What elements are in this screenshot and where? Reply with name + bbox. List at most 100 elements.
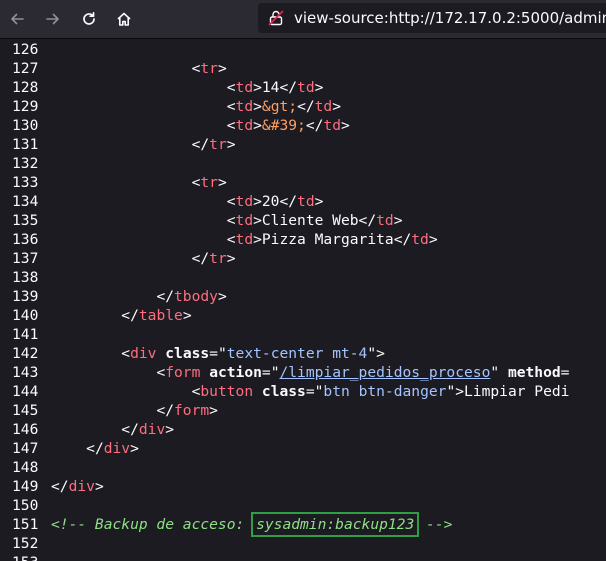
code-text: > xyxy=(217,60,227,77)
reload-button[interactable] xyxy=(78,8,100,30)
address-bar[interactable]: view-source:http://172.17.0.2:5000/admin xyxy=(258,3,606,33)
code-text: > xyxy=(217,174,227,191)
back-button[interactable] xyxy=(6,8,28,30)
attribute-name: method xyxy=(507,364,561,381)
code-text: > xyxy=(341,117,350,134)
code-text: > xyxy=(332,98,342,115)
url-text[interactable]: view-source:http://172.17.0.2:5000/admin xyxy=(294,9,606,27)
source-line: 143 <form action="/limpiar_pedidos_proce… xyxy=(0,363,606,382)
line-code: <td>20</td> xyxy=(51,192,324,211)
code-text: >Cliente Web</ xyxy=(253,212,377,229)
code-text: >Pizza Margarita</ xyxy=(253,231,412,248)
line-code: </div> xyxy=(51,439,139,458)
code-text: >20</ xyxy=(253,193,298,210)
line-number: 148 xyxy=(12,459,39,476)
attribute-link[interactable]: /limpiar_pedidos_proceso xyxy=(279,364,490,381)
tag-name: tr xyxy=(200,174,218,191)
source-line: 150 xyxy=(0,496,606,515)
browser-toolbar: view-source:http://172.17.0.2:5000/admin xyxy=(0,0,606,39)
line-number: 149 xyxy=(12,478,39,495)
code-text: > xyxy=(314,193,324,210)
code-text: < xyxy=(156,364,166,381)
line-code: <div class="text-center mt-4"> xyxy=(51,344,385,363)
line-number: 152 xyxy=(12,535,39,552)
code-text: </ xyxy=(121,307,139,324)
source-line: 139 </tbody> xyxy=(0,287,606,306)
line-number: 128 xyxy=(12,79,39,96)
line-number: 134 xyxy=(12,193,39,210)
tag-name: div xyxy=(138,421,166,438)
line-code: <tr> xyxy=(51,173,227,192)
line-number: 150 xyxy=(12,497,39,514)
code-text: > xyxy=(314,79,324,96)
line-code: <form action="/limpiar_pedidos_proceso" … xyxy=(51,363,569,382)
source-line: 127 <tr> xyxy=(0,59,606,78)
tag-name: div xyxy=(130,345,157,362)
code-text: < xyxy=(121,345,131,362)
code-text: < xyxy=(226,79,236,96)
line-number: 130 xyxy=(12,117,39,134)
tag-name: td xyxy=(235,193,254,210)
line-code: </tbody> xyxy=(51,287,227,306)
source-line: 147 </div> xyxy=(0,439,606,458)
source-line: 144 <button class="btn btn-danger">Limpi… xyxy=(0,382,606,401)
code-text: =" xyxy=(305,383,324,400)
reload-icon xyxy=(81,11,97,27)
source-line: 151 <!-- Backup de acceso: sysadmin:backu… xyxy=(0,512,606,537)
source-line: 142 <div class="text-center mt-4"> xyxy=(0,344,606,363)
line-code: </tr> xyxy=(51,135,236,154)
home-button[interactable] xyxy=(113,8,135,30)
line-number: 153 xyxy=(12,553,44,561)
tag-name: td xyxy=(235,212,254,229)
line-number: 137 xyxy=(12,250,39,267)
line-number: 143 xyxy=(12,364,39,381)
attribute-name: class xyxy=(261,383,306,400)
code-text: " xyxy=(490,364,508,381)
tag-name: table xyxy=(138,307,183,324)
tag-name: button xyxy=(200,383,254,400)
tag-name: td xyxy=(235,117,254,134)
code-text: < xyxy=(226,193,236,210)
code-text: > xyxy=(428,231,438,248)
code-text: > xyxy=(165,421,175,438)
view-source-content: 126 127 <tr> 128 <td>14</td> 129 <td>&gt;</… xyxy=(0,39,606,561)
html-entity: &#39; xyxy=(261,117,306,134)
line-number: 147 xyxy=(12,440,39,457)
line-code: </table> xyxy=(51,306,192,325)
code-text: < xyxy=(226,98,236,115)
line-number: 141 xyxy=(12,326,39,343)
source-line: 148 xyxy=(0,458,606,477)
source-line: 128 <td>14</td> xyxy=(0,78,606,97)
code-text: > xyxy=(226,136,236,153)
source-line: 149 </div> xyxy=(0,477,606,496)
line-number: 151 xyxy=(12,516,39,533)
connection-security-icon[interactable] xyxy=(264,6,288,30)
tag-name: td xyxy=(314,98,333,115)
arrow-left-icon xyxy=(9,11,25,27)
line-number: 127 xyxy=(12,60,39,77)
line-number: 129 xyxy=(12,98,39,115)
attribute-name: class xyxy=(165,345,210,362)
line-code: <td>Cliente Web</td> xyxy=(51,211,403,230)
line-number: 145 xyxy=(12,402,39,419)
source-line: 134 <td>20</td> xyxy=(0,192,606,211)
source-line: 136 <td>Pizza Margarita</td> xyxy=(0,230,606,249)
line-code: <td>Pizza Margarita</td> xyxy=(51,230,438,249)
line-number: 126 xyxy=(12,41,39,58)
tag-name: tr xyxy=(209,250,227,267)
line-number: 140 xyxy=(12,307,39,324)
code-text: "> xyxy=(367,345,385,362)
code-text: > xyxy=(182,307,192,324)
attribute-value: btn btn-danger xyxy=(323,383,447,400)
code-text: </ xyxy=(51,478,69,495)
tag-name: td xyxy=(297,79,315,96)
forward-button[interactable] xyxy=(42,8,64,30)
source-line: 153 xyxy=(0,553,606,561)
tag-name: td xyxy=(235,98,254,115)
code-text: > xyxy=(217,288,227,305)
tag-name: td xyxy=(411,231,429,248)
source-line: 140 </table> xyxy=(0,306,606,325)
code-text: </ xyxy=(86,440,104,457)
